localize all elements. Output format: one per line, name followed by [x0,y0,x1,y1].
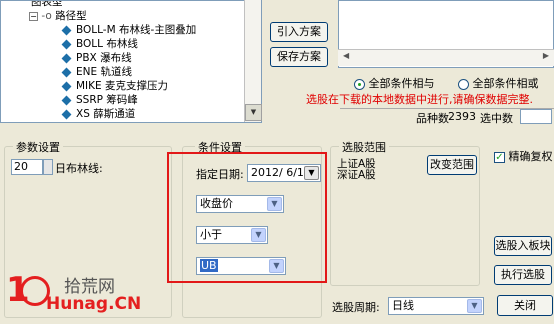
operator-value: 小于 [200,228,222,241]
tree-item[interactable]: BOLL-M 布林线-主图叠加 [61,23,197,37]
range-text: 上证A股 深证A股 [337,158,376,181]
select-to-block-button[interactable]: 选股入板块 [494,236,552,256]
collapse-icon[interactable]: − [29,11,38,21]
indicator-tree[interactable]: 图表型 − -o 路径型 BOLL-M 布林线-主图叠加 BOLL 布林线 PBX … [0,0,262,123]
field-select[interactable]: 收盘价 ▼ [196,195,284,213]
indicator-icon [61,95,72,105]
tree-item-label: 图表型 [31,0,63,8]
radio-unchecked-icon [458,78,469,90]
radio-or-label: 全部条件相或 [472,77,539,90]
scroll-right-icon[interactable]: ▶ [543,51,549,60]
checkmark-icon: ✓ [494,151,505,163]
watermark-url: Hunag.CN [46,294,142,314]
execute-button[interactable]: 执行选股 [494,265,552,285]
tree-item[interactable]: MIKE 麦克支撑压力 [61,79,169,93]
import-scheme-button[interactable]: 引入方案 [270,22,328,42]
target-value: UB [200,259,218,272]
chevron-down-icon[interactable]: ▼ [467,299,482,313]
precise-checkbox[interactable]: ✓ 精确复权 [494,148,553,164]
radio-and[interactable]: 全部条件相与 [354,75,435,91]
tree-item[interactable]: SSRP 筹码峰 [61,93,138,107]
scroll-down-icon[interactable]: ▼ [245,104,262,121]
indicator-icon [61,67,72,77]
link-icon: -o [41,10,52,22]
count-value: 2393 [448,110,476,123]
tree-item-label: XS 薛斯通道 [76,108,136,120]
indicator-icon [61,25,72,35]
date-picker[interactable]: 2012/ 6/16 ▼ [247,164,321,182]
count-label: 品种数 [416,112,449,125]
chevron-down-icon[interactable]: ▼ [267,197,282,211]
tree-item[interactable]: PBX 瀑布线 [61,51,132,65]
radio-checked-icon [354,78,365,90]
data-warning: 选股在下载的本地数据中进行,请确保数据完整. [306,93,533,106]
period-value: 日线 [392,299,414,312]
indicator-icon [61,39,72,49]
range-title: 选股范围 [339,139,389,155]
chevron-down-icon[interactable]: ▼ [251,228,266,242]
tree-item-label: SSRP 筹码峰 [76,94,138,106]
selected-label: 选中数 [480,112,513,125]
period-unit-label: 日布林线: [55,162,103,175]
period-input[interactable]: 20 [11,159,43,175]
tree-group-path[interactable]: − -o 路径型 [29,9,87,23]
indicator-icon [61,81,72,91]
count-row: 品种数 2393 选中数 [340,108,554,125]
radio-or[interactable]: 全部条件相或 [458,75,539,91]
selected-value [520,109,552,124]
tree-vertical-scrollbar[interactable]: ▼ [244,0,262,122]
param-settings-title: 参数设置 [13,139,63,155]
period-spinner[interactable] [43,159,53,175]
indicator-icon [61,109,72,119]
radio-and-label: 全部条件相与 [368,77,435,90]
close-button[interactable]: 关闭 [497,295,553,316]
precise-label: 精确复权 [508,150,553,163]
tree-item[interactable]: XS 薛斯通道 [61,107,136,121]
tree-item[interactable]: ENE 轨道线 [61,65,132,79]
tree-group-label: 路径型 [55,10,87,22]
operator-select[interactable]: 小于 ▼ [196,226,268,244]
change-range-button[interactable]: 改变范围 [427,155,477,175]
scroll-left-icon[interactable]: ◀ [343,51,349,60]
watermark: 1 拾荒网 Hunag.CN [6,270,156,322]
tree-item-partial[interactable]: 图表型 [31,0,63,9]
list-horizontal-scrollbar[interactable]: ◀ ▶ [338,49,554,66]
indicator-icon [61,53,72,63]
tree-item-label: BOLL-M 布林线-主图叠加 [76,24,197,36]
target-select[interactable]: UB ▼ [196,257,286,275]
tree-item-label: MIKE 麦克支撑压力 [76,80,169,92]
period-select[interactable]: 日线 ▼ [388,297,484,315]
tree-item[interactable]: BOLL 布林线 [61,37,138,51]
save-scheme-button[interactable]: 保存方案 [270,47,328,67]
chevron-down-icon[interactable]: ▼ [269,259,284,273]
date-value: 2012/ 6/16 [251,166,311,179]
date-dropdown-icon[interactable]: ▼ [304,166,319,180]
period-label: 选股周期: [332,301,380,314]
tree-item-label: ENE 轨道线 [76,66,132,78]
tree-item-label: PBX 瀑布线 [76,52,132,64]
field-value: 收盘价 [200,197,233,210]
date-label: 指定日期: [196,168,244,181]
tree-item-label: BOLL 布林线 [76,38,138,50]
